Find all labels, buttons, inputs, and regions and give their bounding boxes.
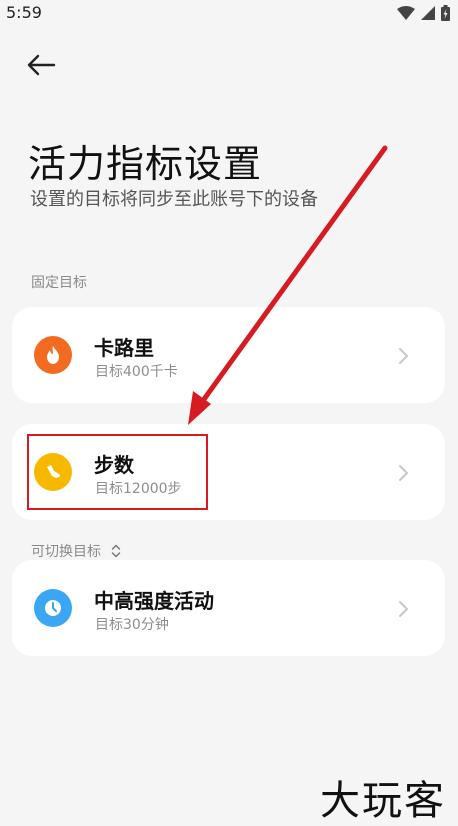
clock-icon xyxy=(45,600,61,616)
page-subtitle: 设置的目标将同步至此账号下的设备 xyxy=(30,189,318,210)
intense-title: 中高强度活动 xyxy=(94,589,214,613)
wifi-icon xyxy=(397,6,415,20)
intense-icon-badge xyxy=(34,589,72,627)
switchable-goals-label: 可切换目标 xyxy=(31,544,101,560)
section-fixed-goals: 固定目标 xyxy=(31,275,87,291)
status-bar: 5:59 xyxy=(0,0,458,28)
calories-subtitle: 目标400千卡 xyxy=(95,364,178,380)
flame-icon xyxy=(47,346,59,364)
calories-icon-badge xyxy=(34,336,72,374)
goal-card-calories[interactable]: 卡路里 目标400千卡 xyxy=(12,307,445,403)
chevron-right-icon xyxy=(399,465,408,481)
annotation-arrow-icon xyxy=(188,145,388,425)
annotation-highlight-box xyxy=(27,434,208,510)
signal-icon xyxy=(421,6,435,20)
chevron-right-icon xyxy=(399,348,408,364)
intense-subtitle: 目标30分钟 xyxy=(95,617,169,633)
section-switchable-goals[interactable]: 可切换目标 xyxy=(31,541,121,561)
chevron-right-icon xyxy=(399,601,408,617)
back-arrow-icon xyxy=(27,54,56,76)
back-button[interactable] xyxy=(26,48,66,82)
page-title: 活力指标设置 xyxy=(28,142,263,186)
status-time: 5:59 xyxy=(6,3,42,22)
watermark-logo: 大玩客 xyxy=(320,778,446,824)
goal-card-intense-activity[interactable]: 中高强度活动 目标30分钟 xyxy=(12,560,445,656)
calories-title: 卡路里 xyxy=(94,336,154,360)
battery-icon xyxy=(441,5,450,21)
expand-collapse-icon xyxy=(111,544,121,558)
status-icons xyxy=(397,4,450,22)
